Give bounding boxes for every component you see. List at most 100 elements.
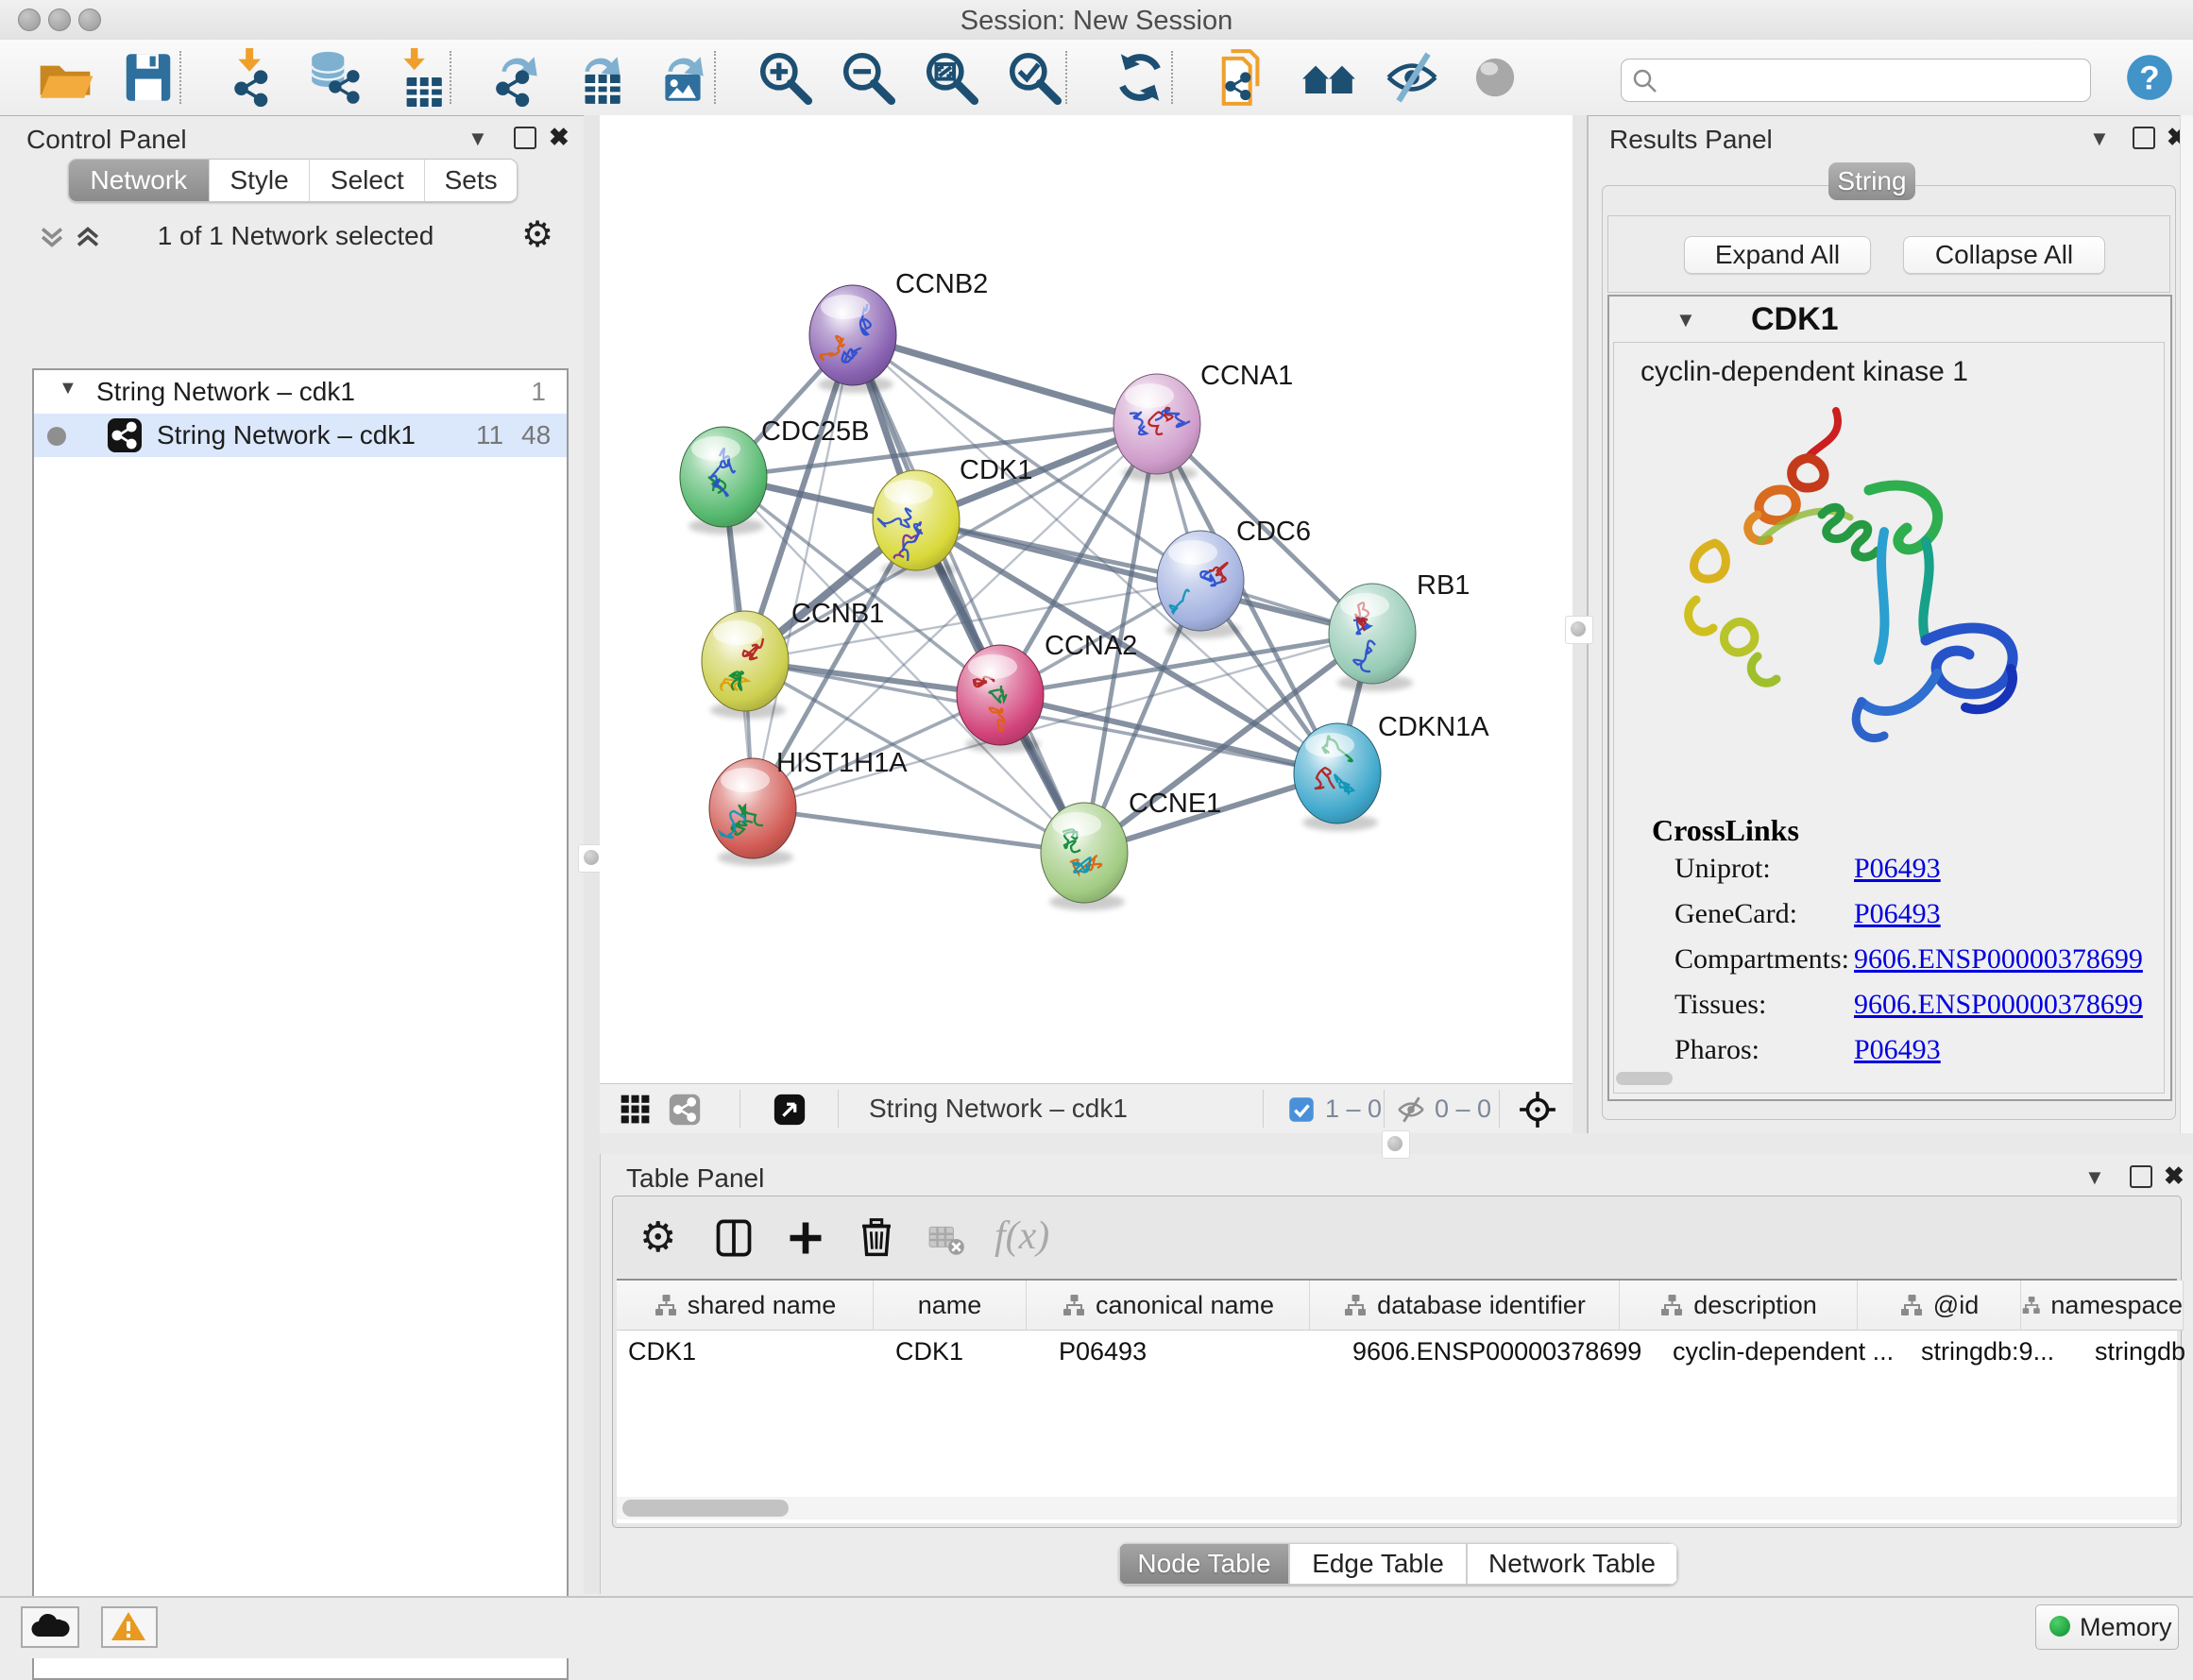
table-header-cell[interactable]: @id xyxy=(1858,1281,2021,1331)
table-cell[interactable]: P06493 xyxy=(1047,1331,1341,1372)
network-row[interactable]: String Network – cdk1 11 48 xyxy=(34,414,567,457)
zoom-out-icon[interactable] xyxy=(839,48,897,107)
node-CDKN1A[interactable] xyxy=(1294,723,1381,831)
node-CCNA1[interactable] xyxy=(1114,374,1200,482)
table-tabs: Node Table Edge Table Network Table xyxy=(1119,1543,1677,1585)
horizontal-splitter[interactable] xyxy=(600,1133,2193,1154)
network-thumbnail-icon[interactable] xyxy=(668,1093,702,1127)
tab-node-table[interactable]: Node Table xyxy=(1119,1543,1289,1585)
zoom-in-icon[interactable] xyxy=(756,48,814,107)
crosslink-value-link[interactable]: P06493 xyxy=(1854,1034,1941,1066)
tab-edge-table[interactable]: Edge Table xyxy=(1289,1543,1467,1585)
export-network-icon[interactable] xyxy=(487,48,546,107)
gene-collapse-icon[interactable]: ▼ xyxy=(1675,308,1696,332)
open-session-icon[interactable] xyxy=(36,48,94,107)
selected-checkbox-icon[interactable] xyxy=(1287,1095,1316,1124)
left-splitter[interactable] xyxy=(584,115,601,1594)
collapse-panel-icon[interactable]: ▼ xyxy=(2089,127,2110,151)
table-header-cell[interactable]: database identifier xyxy=(1310,1281,1620,1331)
float-panel-icon[interactable] xyxy=(2130,1165,2152,1188)
table-header-cell[interactable]: shared name xyxy=(617,1281,874,1331)
open-in-web-icon[interactable] xyxy=(1216,48,1275,107)
expand-all-button[interactable]: Expand All xyxy=(1684,236,1871,274)
crosslink-value-link[interactable]: P06493 xyxy=(1854,898,1941,930)
table-header-cell[interactable]: canonical name xyxy=(1027,1281,1310,1331)
crosslink-value-link[interactable]: 9606.ENSP00000378699 xyxy=(1854,943,2143,976)
show-columns-icon[interactable] xyxy=(713,1217,755,1259)
collapse-panel-icon[interactable]: ▼ xyxy=(2084,1165,2105,1190)
collection-expand-icon[interactable]: ▼ xyxy=(59,378,77,399)
node-RB1[interactable] xyxy=(1329,584,1416,691)
tab-sets[interactable]: Sets xyxy=(424,160,517,201)
close-panel-icon[interactable]: ✖ xyxy=(2164,1162,2184,1191)
warning-button[interactable] xyxy=(101,1606,158,1648)
table-cell[interactable]: stringdb:9... xyxy=(1910,1331,2083,1372)
node-CCNB2[interactable] xyxy=(809,285,896,393)
edge-CCNB2-CCNA1[interactable] xyxy=(853,335,1157,424)
delete-column-icon[interactable] xyxy=(855,1215,898,1259)
return-home-icon[interactable] xyxy=(1300,48,1358,107)
table-header-cell[interactable]: description xyxy=(1620,1281,1858,1331)
results-panel-title: Results Panel xyxy=(1609,125,1773,155)
float-panel-icon[interactable] xyxy=(2133,127,2155,149)
table-cell[interactable]: cyclin-dependent ... xyxy=(1661,1331,1910,1372)
crosslink-value-link[interactable]: P06493 xyxy=(1854,853,1941,885)
export-table-icon[interactable] xyxy=(570,48,629,107)
table-cell[interactable]: CDK1 xyxy=(884,1331,1047,1372)
export-image-icon[interactable] xyxy=(654,48,712,107)
node-label-CDKN1A: CDKN1A xyxy=(1378,712,1489,742)
table-gear-icon[interactable]: ⚙ xyxy=(639,1213,676,1262)
table-hscrollbar[interactable] xyxy=(617,1497,2177,1519)
network-options-gear-icon[interactable]: ⚙ xyxy=(521,213,553,256)
help-icon[interactable]: ? xyxy=(2123,51,2176,104)
node-CDC25B[interactable] xyxy=(680,427,767,535)
edge-HIST1H1A-CCNE1[interactable] xyxy=(753,808,1084,853)
tab-network[interactable]: Network xyxy=(69,160,209,201)
table-cell[interactable]: 9606.ENSP00000378699 xyxy=(1341,1331,1661,1372)
import-network-database-icon[interactable] xyxy=(306,48,365,107)
tab-string[interactable]: String xyxy=(1828,162,1915,200)
search-input[interactable] xyxy=(1663,61,2082,97)
network-canvas[interactable]: CCNB2CCNA1CDC25BCDK1CDC6RB1CCNB1CCNA2CDK… xyxy=(600,115,1572,1083)
expand-collapse-bar: Expand All Collapse All xyxy=(1607,215,2170,293)
collapse-panel-icon[interactable]: ▼ xyxy=(468,127,488,151)
edge-CCNA2-CDKN1A[interactable] xyxy=(1000,695,1337,773)
collapse-all-button[interactable]: Collapse All xyxy=(1903,236,2105,274)
search-field[interactable] xyxy=(1621,59,2091,102)
tab-style[interactable]: Style xyxy=(209,160,310,201)
card-scrollbar-thumb[interactable] xyxy=(1616,1072,1673,1085)
tab-network-table[interactable]: Network Table xyxy=(1467,1543,1677,1585)
results-scrollbar-track[interactable] xyxy=(2180,115,2193,1133)
close-panel-icon[interactable]: ✖ xyxy=(549,123,570,152)
expand-all-networks-icon[interactable] xyxy=(72,221,104,253)
tab-select[interactable]: Select xyxy=(309,160,424,201)
table-header-cell[interactable]: namespace xyxy=(2021,1281,2184,1331)
collapse-all-networks-icon[interactable] xyxy=(36,221,68,253)
network-status-dot-icon xyxy=(47,427,66,446)
save-session-icon[interactable] xyxy=(119,48,178,107)
gene-description: cyclin-dependent kinase 1 xyxy=(1640,356,1968,388)
float-panel-icon[interactable] xyxy=(514,127,536,149)
hide-glass-icon[interactable] xyxy=(1383,48,1441,107)
add-column-icon[interactable] xyxy=(785,1217,826,1259)
edge-CCNB2-HIST1H1A[interactable] xyxy=(753,335,853,808)
zoom-selected-icon[interactable] xyxy=(1005,48,1063,107)
grid-view-icon[interactable] xyxy=(619,1093,653,1127)
table-cell[interactable]: stringdb xyxy=(2083,1331,2193,1372)
table-row[interactable]: CDK1CDK1P064939606.ENSP00000378699cyclin… xyxy=(617,1331,2177,1372)
import-table-file-icon[interactable] xyxy=(389,48,448,107)
show-glass-icon[interactable] xyxy=(1466,48,1524,107)
table-cell[interactable]: CDK1 xyxy=(617,1331,884,1372)
memory-button[interactable]: Memory xyxy=(2035,1604,2179,1650)
refresh-view-icon[interactable] xyxy=(1111,48,1169,107)
network-collection-row[interactable]: ▼ String Network – cdk1 1 xyxy=(34,370,567,414)
fit-selected-crosshair-icon[interactable] xyxy=(1518,1090,1557,1129)
table-header-cell[interactable]: name xyxy=(874,1281,1027,1331)
table-hscrollbar-thumb[interactable] xyxy=(622,1500,789,1517)
crosslink-value-link[interactable]: 9606.ENSP00000378699 xyxy=(1854,989,2143,1021)
import-network-file-icon[interactable] xyxy=(223,48,281,107)
zoom-fit-icon[interactable] xyxy=(922,48,980,107)
open-external-icon[interactable] xyxy=(772,1092,808,1128)
node-CCNE1[interactable] xyxy=(1041,803,1128,910)
cloud-button[interactable] xyxy=(21,1606,79,1648)
